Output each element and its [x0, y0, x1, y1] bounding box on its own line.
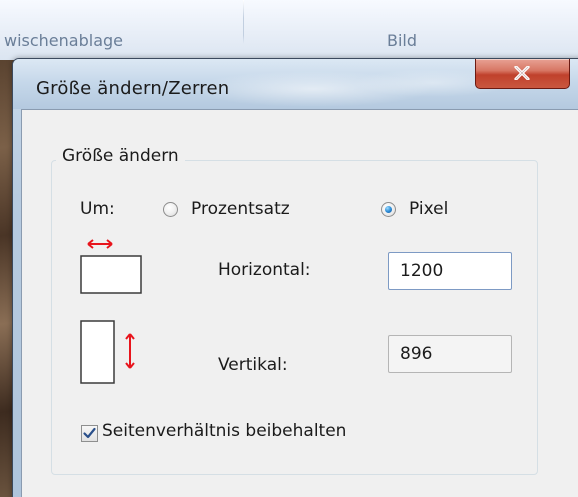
horizontal-input[interactable] [388, 252, 512, 290]
ribbon: wischenablage Bild [0, 0, 578, 61]
pixel-radio-label[interactable]: Pixel [409, 199, 448, 219]
pixel-radio[interactable] [381, 202, 396, 217]
by-label: Um: [80, 199, 115, 219]
horizontal-resize-icon [80, 239, 142, 294]
dialog-client-area: Größe ändern Um: Prozentsatz Pixel Horiz… [21, 109, 578, 497]
dialog-titlebar[interactable]: Größe ändern/Zerren [13, 59, 578, 109]
keep-ratio-label[interactable]: Seitenverhältnis beibehalten [102, 421, 346, 441]
resize-group-legend: Größe ändern [56, 146, 185, 166]
vertical-resize-icon [80, 320, 135, 384]
ribbon-group-image-label[interactable]: Bild [387, 31, 417, 50]
keep-ratio-checkbox[interactable] [81, 425, 98, 442]
dialog-title: Größe ändern/Zerren [36, 78, 230, 99]
checkmark-icon [83, 427, 96, 439]
paint-window: wischenablage Bild Größe ändern/Zerren G… [0, 0, 578, 497]
ribbon-group-clipboard-label[interactable]: wischenablage [4, 31, 123, 50]
percent-radio-label[interactable]: Prozentsatz [191, 199, 290, 219]
percent-radio[interactable] [163, 202, 178, 217]
ribbon-separator [243, 0, 244, 44]
horizontal-label: Horizontal: [218, 260, 311, 280]
close-button[interactable] [475, 59, 570, 89]
close-icon [514, 66, 530, 80]
radio-dot-icon [385, 206, 392, 213]
resize-dialog: Größe ändern/Zerren Größe ändern Um: Pro… [12, 58, 578, 497]
vertical-input[interactable] [388, 335, 512, 373]
vertical-label: Vertikal: [218, 355, 288, 375]
